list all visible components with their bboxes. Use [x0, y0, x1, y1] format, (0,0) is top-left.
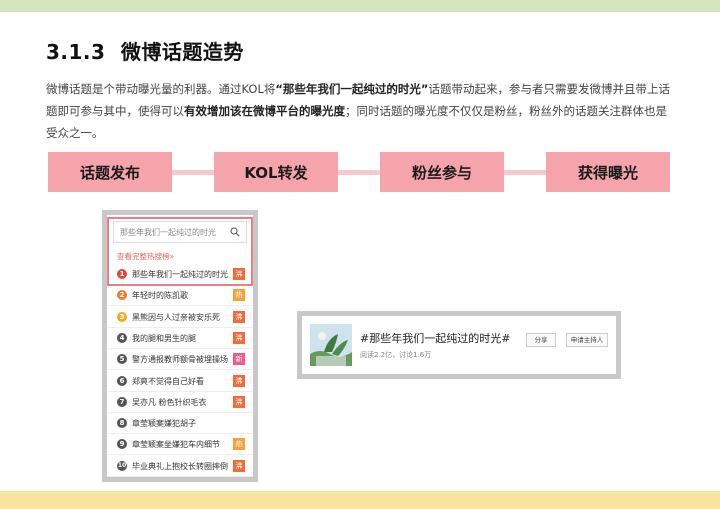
rank-badge: 8 [117, 418, 127, 429]
rank-badge: 5 [117, 354, 127, 365]
hot-list-item-text: 警方通报教师额骨被埋操场 [132, 355, 228, 365]
hot-list-item[interactable]: 6 郑爽不觉得自己好看 沸 [107, 370, 253, 392]
topic-cover-image [310, 324, 352, 366]
apply-host-button[interactable]: 申请主持人 [566, 333, 608, 347]
search-query: 那些年我们一起纯过的时光 [120, 228, 216, 237]
section-title: 3.1.3 微博话题造势 [46, 36, 244, 65]
hot-tag-badge: 沸 [233, 268, 245, 280]
section-number: 3.1.3 [46, 40, 106, 64]
hot-list-item[interactable]: 10 毕业典礼上抱校长转圈摔倒沸 [107, 455, 253, 477]
rank-badge: 2 [117, 290, 127, 301]
para-bold: 有效增加该在微博平台的曝光度 [184, 104, 345, 118]
flow-connector-1 [172, 170, 214, 175]
hot-tag-badge: 沸 [233, 459, 245, 472]
rank-badge: 4 [117, 332, 127, 343]
hot-tag-badge: 沸 [233, 310, 245, 323]
hot-list-item-text: 郑爽不觉得自己好看 [132, 376, 204, 386]
see-full-list-link[interactable]: 查看完整热搜榜» [117, 251, 174, 262]
hot-list-item-text: 年轻时的陈凯歌 [132, 291, 188, 301]
hot-list-item[interactable]: 7 吴亦凡 粉色针织毛衣 沸 [107, 391, 253, 413]
hot-tag-badge: 热 [233, 438, 245, 451]
flow-step-fans: 粉丝参与 [380, 152, 504, 192]
topic-title[interactable]: #那些年我们一起纯过的时光# [360, 330, 510, 346]
flow-step-kol: KOL转发 [214, 152, 338, 192]
hot-list-item-text: 章莹颖案坐嫌犯车内细节 [132, 440, 220, 450]
para-text-1: 微博话题是个带动曝光量的利器。通过KOL将 [46, 82, 276, 96]
hot-tag-badge: 新 [233, 353, 245, 366]
search-input[interactable]: 那些年我们一起纯过的时光 [113, 221, 247, 243]
hot-list-item-text: 章莹颖案嫌犯胡子 [132, 419, 196, 429]
rank-badge: 3 [117, 311, 127, 322]
hot-list-item[interactable]: 4 我的腿和男生的腿 沸 [107, 327, 253, 349]
flow-connector-2 [338, 170, 380, 175]
topic-stats: 阅读2.2亿，讨论1.6万 [360, 351, 432, 359]
flow-connector-3 [504, 170, 546, 175]
section-title-text: 微博话题造势 [120, 40, 244, 64]
bottom-color-band [0, 491, 720, 509]
topic-card: #那些年我们一起纯过的时光# 阅读2.2亿，讨论1.6万 分享 申请主持人 [302, 316, 616, 374]
hot-list-item[interactable]: 2 年轻时的陈凯歌 热 [107, 284, 253, 307]
rank-badge: 7 [117, 396, 127, 407]
rank-badge: 6 [117, 375, 127, 386]
rank-badge: 10 [117, 460, 127, 471]
share-button[interactable]: 分享 [526, 333, 556, 347]
flow-step-exposure: 获得曝光 [546, 152, 670, 192]
search-icon[interactable] [230, 227, 240, 237]
hot-list-item[interactable]: 3 黑熊因与人过亲被安乐死 沸 [107, 306, 253, 328]
flow-step-publish: 话题发布 [48, 152, 172, 192]
hot-list-item-text: 毕业典礼上抱校长转圈摔倒 [132, 461, 228, 471]
topic-card-screenshot: #那些年我们一起纯过的时光# 阅读2.2亿，讨论1.6万 分享 申请主持人 [297, 311, 621, 379]
hot-search-screenshot: 那些年我们一起纯过的时光 查看完整热搜榜» 1 那些年我们一起纯过的时光沸 2 年轻时… [102, 210, 258, 482]
hot-list-item-text: 那些年我们一起纯过的时光 [132, 270, 228, 279]
hot-list-item-text: 吴亦凡 粉色针织毛衣 [132, 397, 207, 407]
rank-badge: 9 [117, 439, 127, 450]
hot-search-panel: 那些年我们一起纯过的时光 查看完整热搜榜» 1 那些年我们一起纯过的时光沸 2 年轻时… [107, 215, 253, 477]
hot-list-item[interactable]: 5 警方通报教师额骨被埋操场新 [107, 348, 253, 371]
hot-list-item-text: 黑熊因与人过亲被安乐死 [132, 312, 220, 322]
hot-list-item[interactable]: 8 章莹颖案嫌犯胡子 [107, 412, 253, 435]
hot-list-item[interactable]: 1 那些年我们一起纯过的时光沸 [107, 263, 253, 285]
intro-paragraph: 微博话题是个带动曝光量的利器。通过KOL将“那些年我们一起纯过的时光”话题带动起… [46, 78, 674, 144]
rank-badge: 1 [117, 269, 127, 279]
hot-tag-badge: 沸 [233, 331, 245, 344]
hot-list-item[interactable]: 9 章莹颖案坐嫌犯车内细节 热 [107, 433, 253, 456]
top-color-band [0, 0, 720, 12]
hot-tag-badge: 沸 [233, 374, 245, 387]
hot-tag-badge: 沸 [233, 395, 245, 408]
hot-tag-badge: 热 [233, 289, 245, 302]
hot-list-item-text: 我的腿和男生的腿 [132, 333, 196, 343]
para-quote: “那些年我们一起纯过的时光” [275, 82, 429, 96]
